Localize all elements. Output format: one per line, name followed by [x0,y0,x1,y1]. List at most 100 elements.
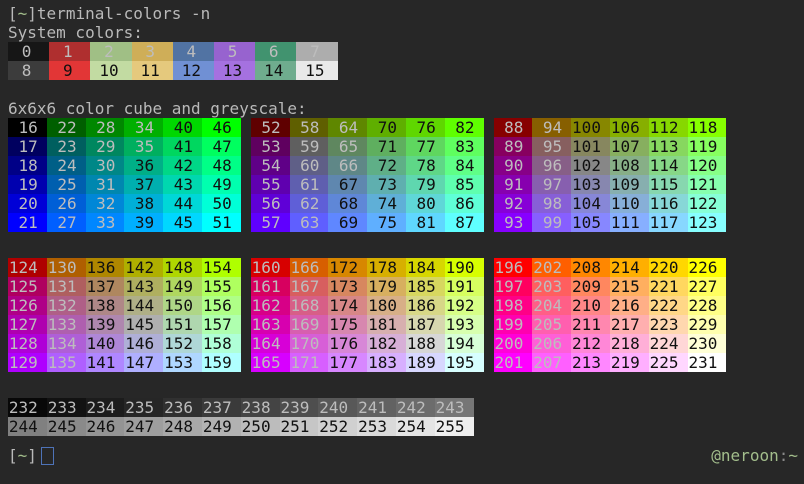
color-cell-162: 162 [251,296,290,315]
color-cell-123: 123 [688,213,727,232]
color-cell-213: 213 [571,353,610,372]
color-cell-169: 169 [290,315,329,334]
color-cell-228: 228 [688,296,727,315]
color-cell-122: 122 [688,194,727,213]
color-cell-102: 102 [571,156,610,175]
color-cell-103: 103 [571,175,610,194]
color-cell-95: 95 [532,137,571,156]
cube-block-160-195: 1601661721781841901611671731791851911621… [251,258,484,372]
color-row: 202632384450 [8,194,241,213]
color-cell-129: 129 [8,353,47,372]
color-cell-111: 111 [610,213,649,232]
color-cell-20: 20 [8,194,47,213]
color-cell-99: 99 [532,213,571,232]
color-cell-206: 206 [532,334,571,353]
color-cell-202: 202 [532,258,571,277]
color-row: 162228344046 [8,118,241,137]
color-cell-191: 191 [445,277,484,296]
color-cell-21: 21 [8,213,47,232]
color-row: 200206212218224230 [494,334,727,353]
color-row: 01234567 [8,42,804,61]
color-cell-139: 139 [86,315,125,334]
color-row: 197203209215221227 [494,277,727,296]
color-row: 128134140146152158 [8,334,241,353]
color-row: 232233234235236237238239240241242243 [8,398,804,417]
color-cell-193: 193 [445,315,484,334]
color-cell-74: 74 [367,194,406,213]
color-cell-13: 13 [214,61,255,80]
color-cell-128: 128 [8,334,47,353]
color-row: 89101112131415 [8,61,804,80]
color-cell-211: 211 [571,315,610,334]
color-cell-44: 44 [163,194,202,213]
color-cell-14: 14 [255,61,296,80]
color-cell-245: 245 [47,417,86,436]
color-cell-238: 238 [241,398,280,417]
color-cell-176: 176 [328,334,367,353]
color-cell-23: 23 [47,137,86,156]
color-cell-8: 8 [8,61,49,80]
color-cell-100: 100 [571,118,610,137]
color-cell-250: 250 [241,417,280,436]
color-cell-153: 153 [163,353,202,372]
color-cell-81: 81 [406,213,445,232]
color-cell-224: 224 [649,334,688,353]
color-cell-104: 104 [571,194,610,213]
color-cell-157: 157 [202,315,241,334]
color-cell-170: 170 [290,334,329,353]
color-cell-1: 1 [49,42,90,61]
color-cell-184: 184 [406,258,445,277]
color-cell-117: 117 [649,213,688,232]
color-cell-62: 62 [290,194,329,213]
color-cell-244: 244 [8,417,47,436]
color-cell-120: 120 [688,156,727,175]
color-cell-26: 26 [47,194,86,213]
color-cell-31: 31 [86,175,125,194]
color-cell-16: 16 [8,118,47,137]
color-cell-197: 197 [494,277,533,296]
color-cell-135: 135 [47,353,86,372]
color-cell-91: 91 [494,175,533,194]
system-colors-grid: 0123456789101112131415 [0,42,804,80]
color-cell-148: 148 [163,258,202,277]
color-cell-76: 76 [406,118,445,137]
color-row: 8894100106112118 [494,118,727,137]
color-cell-125: 125 [8,277,47,296]
color-cell-161: 161 [251,277,290,296]
cube-blocks-row-2: 1241301361421481541251311371431491551261… [0,258,804,372]
color-row: 535965717783 [251,137,484,156]
color-row: 162168174180186192 [251,296,484,315]
color-cell-151: 151 [163,315,202,334]
terminal[interactable]: [~]terminal-colors -n System colors: 012… [0,0,804,467]
color-cell-254: 254 [396,417,435,436]
color-cell-182: 182 [367,334,406,353]
cube-block-16-51: 1622283440461723293541471824303642481925… [8,118,241,232]
greyscale-grid: 2322332342352362372382392402412422432442… [0,398,804,436]
color-cell-84: 84 [445,156,484,175]
color-cell-33: 33 [86,213,125,232]
color-cell-201: 201 [494,353,533,372]
color-cell-118: 118 [688,118,727,137]
color-cell-163: 163 [251,315,290,334]
color-cell-82: 82 [445,118,484,137]
color-cell-215: 215 [610,277,649,296]
color-cell-88: 88 [494,118,533,137]
color-row: 566268748086 [251,194,484,213]
color-cell-181: 181 [367,315,406,334]
terminal-cursor[interactable] [41,447,54,465]
color-cell-229: 229 [688,315,727,334]
color-cell-19: 19 [8,175,47,194]
color-cell-43: 43 [163,175,202,194]
color-cell-204: 204 [532,296,571,315]
color-cell-186: 186 [406,296,445,315]
color-cell-188: 188 [406,334,445,353]
color-cell-39: 39 [124,213,163,232]
color-cell-65: 65 [328,137,367,156]
color-row: 9298104110116122 [494,194,727,213]
system-colors-label: System colors: [0,23,804,42]
color-cell-11: 11 [132,61,173,80]
color-cell-227: 227 [688,277,727,296]
color-cell-71: 71 [367,137,406,156]
color-cell-167: 167 [290,277,329,296]
color-cell-203: 203 [532,277,571,296]
